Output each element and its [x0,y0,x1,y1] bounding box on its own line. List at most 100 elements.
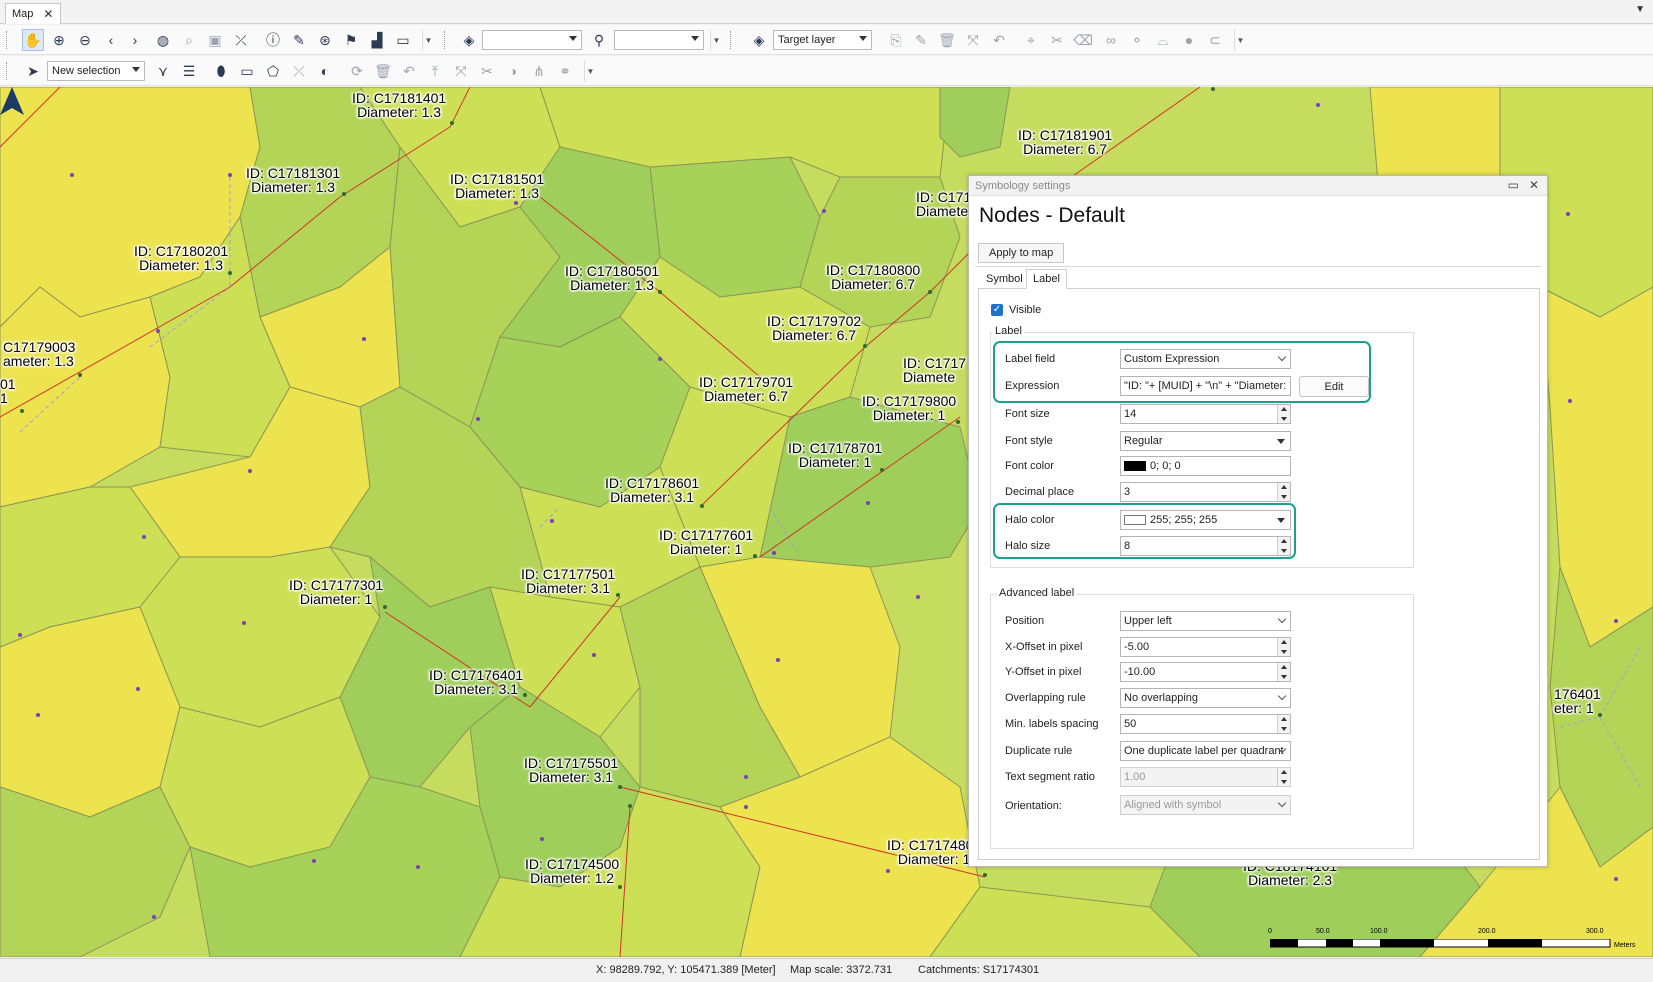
zoom-layer-icon[interactable]: ▣ [204,29,226,51]
map-label-partial: ID: C171 Diamete [916,189,972,219]
x-offset-stepper[interactable]: -5.00 [1120,637,1291,657]
move-vertex-icon[interactable]: ⤧ [962,29,984,51]
full-extent-globe-icon[interactable]: ◍ [152,29,174,51]
status-bar: X: 98289.792, Y: 105471.389 [Meter] Map … [0,958,1653,982]
map-label: ID: C17180800 Diameter: 6.7 [826,262,921,292]
map-label: ID: C17181301 Diameter: 1.3 [246,165,341,195]
search-icon[interactable]: ⚲ [588,29,610,51]
datasource-select[interactable] [482,30,582,50]
maximize-icon[interactable]: ▭ [1508,178,1519,192]
next-extent-icon[interactable]: › [124,29,146,51]
toolbar-overflow-chevron-icon[interactable]: ▼ [710,29,722,51]
trace-branch-icon[interactable]: ⤧ [450,60,472,82]
flag-icon[interactable]: ⚑ [340,29,362,51]
delete-icon[interactable]: 🗑 [936,29,958,51]
network-trace-icon[interactable]: ⋔ [528,60,550,82]
selection-mode-select[interactable]: New selection [47,61,145,81]
clear-selection-icon[interactable]: ⤫ [230,29,252,51]
font-size-stepper[interactable]: 14 [1120,404,1291,424]
insert-node-icon[interactable]: ⚬ [1126,29,1148,51]
rectangle-select-icon[interactable]: ▭ [236,60,258,82]
catchment-readout: Catchments: S17174301 [918,964,1040,976]
font-size-label: Font size [1005,408,1050,420]
measure-ruler-icon[interactable]: ▭ [392,29,414,51]
map-tab[interactable]: Map ✕ [5,3,61,24]
pencil-icon[interactable]: ✎ [910,29,932,51]
close-icon[interactable]: ✕ [43,7,53,21]
undo-icon[interactable]: ↶ [398,60,420,82]
select-arrow-icon[interactable]: ➤ [22,60,44,82]
toggle-icon[interactable]: ⊂ [1204,29,1226,51]
duplicate-rule-select[interactable]: One duplicate label per quadrant [1120,741,1291,761]
toolbar-overflow-chevron-icon[interactable]: ▼ [1234,29,1246,51]
orientation-select[interactable]: Aligned with symbol [1120,795,1291,815]
text-segment-ratio-stepper[interactable]: 1.00 [1120,767,1291,787]
clear-select-icon[interactable]: ⤫ [288,60,310,82]
mouse-select-icon[interactable]: ⬮ [210,60,232,82]
zoom-in-icon[interactable]: ⊕ [48,29,70,51]
decimal-place-stepper[interactable]: 3 [1120,482,1291,502]
split-link-icon[interactable]: ⌓ [1152,29,1174,51]
delete-icon[interactable]: 🗑 [372,60,394,82]
position-select[interactable]: Upper left [1120,611,1291,631]
filter-select-icon[interactable]: ⋎ [152,60,174,82]
zoom-out-icon[interactable]: ⊖ [74,29,96,51]
info-icon[interactable]: ⓘ [262,29,284,51]
new-feature-icon[interactable]: ⎘ [885,29,907,51]
tab-label[interactable]: Label [1026,269,1067,289]
chart-icon[interactable]: ▟ [366,29,388,51]
target-layer-icon[interactable]: ◈ [748,29,770,51]
polygon-select-icon[interactable]: ⬠ [262,60,284,82]
map-label-partial: ID: C1717 Diamete [903,355,967,385]
scissors-icon[interactable]: ✂ [476,60,498,82]
advanced-label-title: Advanced label [997,587,1077,599]
merge-nodes-icon[interactable]: ● [1178,29,1200,51]
toolbar-overflow-chevron-icon[interactable]: ▼ [422,29,434,51]
edit-table-icon[interactable]: ✎ [288,29,310,51]
zoom-to-selection-icon[interactable]: ⌕ [178,29,200,51]
toolbar-grip[interactable] [444,31,447,49]
highlight-box-label-field [993,341,1371,403]
panel-titlebar[interactable]: Symbology settings ▭ ✕ [969,176,1547,196]
link-nodes-icon[interactable]: ∞ [1100,29,1122,51]
font-style-select[interactable]: Regular [1120,431,1291,451]
y-offset-stepper[interactable]: -10.00 [1120,662,1291,682]
font-color-swatch [1124,461,1146,471]
overlapping-rule-label: Overlapping rule [1005,692,1086,704]
scissors-icon[interactable]: ✂ [1046,29,1068,51]
overlapping-rule-select[interactable]: No overlapping [1120,688,1291,708]
pan-hand-icon[interactable]: ✋ [22,29,44,51]
eraser-icon[interactable]: ⌫ [1072,29,1094,51]
visible-label: Visible [1009,304,1042,316]
layers-icon[interactable]: ◈ [458,29,480,51]
scale-bar: 0 50.0 100.0 200.0 300.0 Meters [1268,928,1636,949]
network-icon[interactable]: ⊛ [314,29,336,51]
map-label-partial: 176401 eter: 1 [1554,686,1601,716]
connectivity-icon[interactable]: ⚭ [554,60,576,82]
search-select[interactable] [614,30,704,50]
tab-symbol[interactable]: Symbol [980,269,1029,289]
chevron-down-icon[interactable]: ▼ [1635,4,1645,15]
catchment-polygon [939,87,1011,158]
refresh-icon[interactable]: ⟳ [346,60,368,82]
undo-icon[interactable]: ↶ [988,29,1010,51]
reshape-icon[interactable]: ⌖ [1020,29,1042,51]
apply-to-map-button[interactable]: Apply to map [978,243,1065,263]
invert-selection-icon[interactable]: ◐ [314,60,336,82]
toolbar-grip[interactable] [6,62,9,80]
close-icon[interactable]: ✕ [1529,178,1539,192]
previous-extent-icon[interactable]: ‹ [100,29,122,51]
toolbar-grip[interactable] [730,31,733,49]
trace-upstream-icon[interactable]: ⤒ [424,60,446,82]
map-label: ID: C17178601 Diameter: 3.1 [605,475,700,505]
map-label: ID: C17179800 Diameter: 1 [862,393,957,423]
toggle-icon[interactable]: ◑ [502,60,524,82]
target-layer-select[interactable]: Target layer [773,30,872,50]
list-icon[interactable]: ☰ [178,60,200,82]
map-label: ID: C17176401 Diameter: 3.1 [429,667,524,697]
font-color-picker[interactable]: 0; 0; 0 [1120,456,1291,476]
toolbar-grip[interactable] [6,31,9,49]
toolbar-overflow-chevron-icon[interactable]: ▼ [584,60,596,82]
visible-checkbox[interactable]: ✓ [991,304,1003,316]
min-labels-spacing-stepper[interactable]: 50 [1120,714,1291,734]
